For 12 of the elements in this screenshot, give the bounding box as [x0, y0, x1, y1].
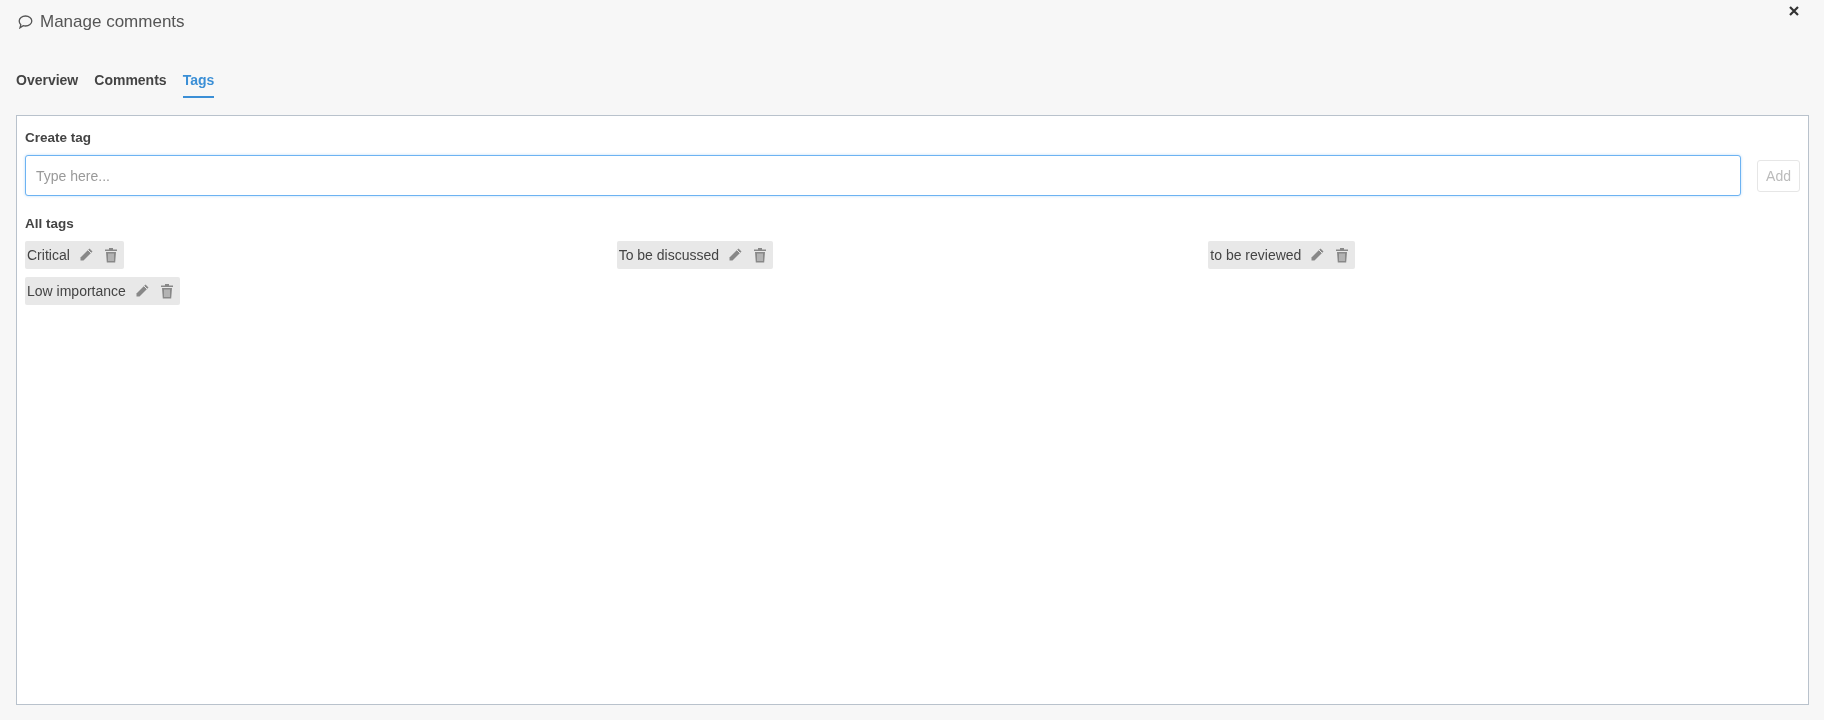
- tag-name-input[interactable]: Type here...: [25, 155, 1742, 196]
- tag-name: To be discussed: [618, 247, 720, 263]
- tab[interactable]: Overview: [16, 69, 79, 98]
- tag-name: Low importance: [27, 283, 126, 299]
- all-tags-label: All tags: [25, 216, 75, 231]
- tab[interactable]: Comments: [94, 69, 167, 98]
- speech-bubble-icon: [18, 15, 33, 29]
- tag-name: to be reviewed: [1210, 247, 1302, 263]
- dialog-title: Manage comments: [40, 12, 185, 32]
- close-icon[interactable]: [1787, 4, 1801, 18]
- tag-name: Critical: [27, 247, 70, 263]
- create-tag-label: Create tag: [25, 130, 93, 145]
